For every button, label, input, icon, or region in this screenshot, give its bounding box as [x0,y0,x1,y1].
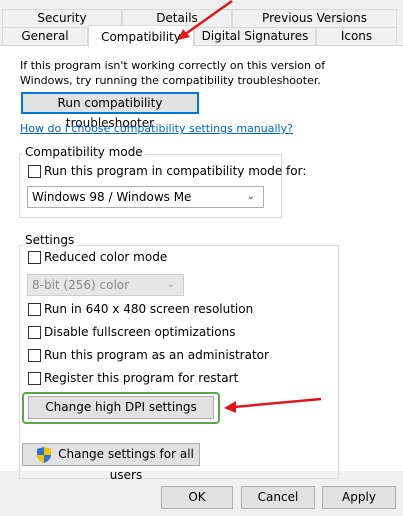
apply-label: Apply [342,490,376,504]
tab-icons[interactable]: Icons [316,27,397,45]
uac-shield-icon [37,447,51,470]
register-restart-label[interactable]: Register this program for restart [44,371,238,385]
register-restart-checkbox[interactable] [28,372,41,385]
tab-digital-signatures[interactable]: Digital Signatures [194,27,316,45]
tab-icons-label: Icons [340,29,373,43]
compatibility-mode-checkbox-label[interactable]: Run this program in compatibility mode f… [44,164,306,178]
compatibility-panel: If this program isn't working correctly … [0,45,403,482]
cancel-button[interactable]: Cancel [241,486,315,509]
settings-group-label: Settings [23,233,77,247]
tab-general[interactable]: General [2,27,88,45]
change-all-users-button[interactable]: Change settings for all users [22,443,200,482]
compatibility-mode-label: Compatibility mode [23,145,145,159]
change-high-dpi-button[interactable]: Change high DPI settings [28,396,214,419]
tab-general-label: General [21,29,69,43]
run-admin-label[interactable]: Run this program as an administrator [44,348,269,362]
apply-button[interactable]: Apply [322,486,396,509]
tab-details-label: Details [156,11,198,25]
tab-compatibility[interactable]: Compatibility [88,25,194,47]
res-640-label[interactable]: Run in 640 x 480 screen resolution [44,302,253,316]
tab-security-label: Security [37,11,87,25]
change-high-dpi-label: Change high DPI settings [45,400,197,414]
os-select-value: Windows 98 / Windows Me [32,190,192,204]
disable-fullscreen-checkbox[interactable] [28,326,41,339]
compatibility-mode-checkbox[interactable] [28,165,41,178]
intro-text: If this program isn't working correctly … [20,59,326,87]
ok-label: OK [188,490,206,504]
tab-compatibility-label: Compatibility [101,30,181,44]
res-640-checkbox[interactable] [28,303,41,316]
chevron-down-icon: ⌄ [246,191,255,202]
run-troubleshooter-button[interactable]: Run compatibility troubleshooter [21,92,199,130]
color-depth-value: 8-bit (256) color [32,278,130,292]
color-depth-select: 8-bit (256) color ⌄ [27,274,184,296]
run-admin-checkbox[interactable] [28,349,41,362]
tab-previous-versions-label: Previous Versions [262,11,367,25]
tab-digital-signatures-label: Digital Signatures [201,29,309,43]
tab-previous-versions[interactable]: Previous Versions [232,9,397,27]
os-select[interactable]: Windows 98 / Windows Me ⌄ [27,186,264,208]
change-all-users-label: Change settings for all users [58,447,194,482]
cancel-label: Cancel [257,490,299,504]
ok-button[interactable]: OK [161,486,233,509]
reduced-color-label[interactable]: Reduced color mode [44,250,167,264]
reduced-color-checkbox[interactable] [28,251,41,264]
disable-fullscreen-label[interactable]: Disable fullscreen optimizations [44,325,235,339]
manual-settings-link[interactable]: How do I choose compatibility settings m… [20,122,293,135]
chevron-down-icon: ⌄ [166,279,175,290]
